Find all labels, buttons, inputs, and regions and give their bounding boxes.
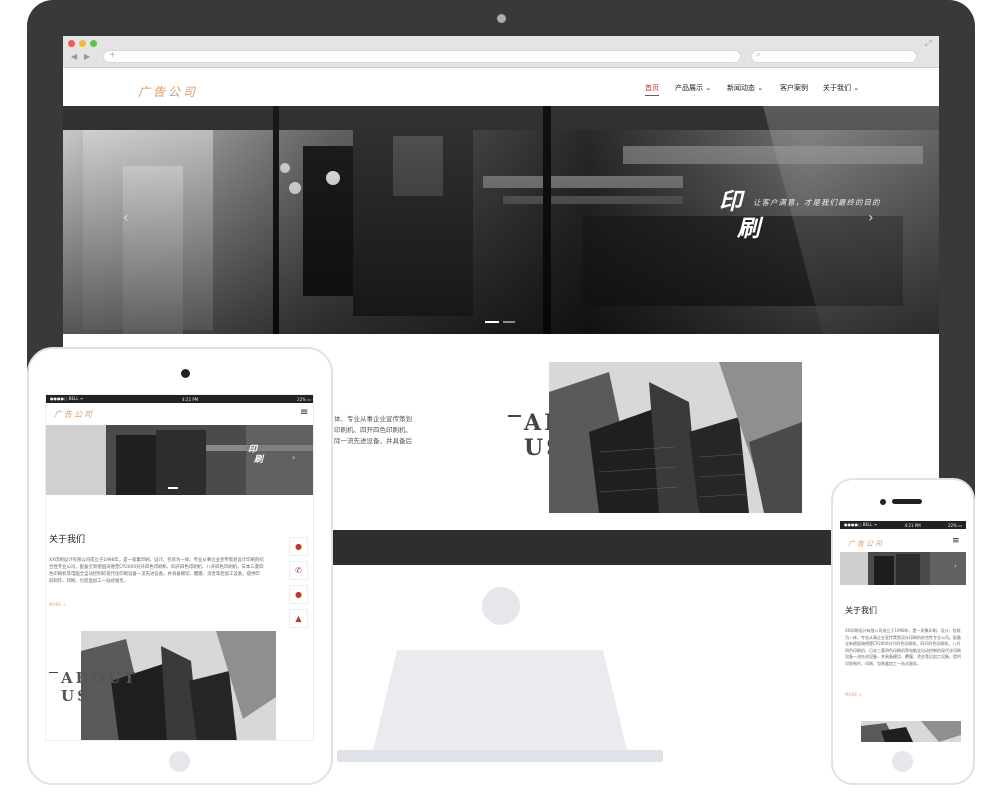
phone-more-link[interactable]: MORE →: [845, 692, 862, 697]
chevron-right-icon[interactable]: ›: [868, 210, 874, 226]
wechat-icon[interactable]: ●: [289, 585, 308, 604]
hamburger-menu-icon[interactable]: ≡: [952, 536, 960, 546]
hamburger-menu-icon[interactable]: ≡: [300, 407, 308, 418]
nav-products[interactable]: 产品展示 ⌄: [675, 83, 711, 93]
factory-photo: [63, 106, 939, 334]
tablet-hero-title: 印 刷: [248, 445, 263, 465]
hero-banner: ‹ › 印 刷 让客户满意，才是我们最终的目的: [63, 106, 939, 334]
battery-text: 22%: [948, 522, 957, 528]
nav-products-label: 产品展示: [675, 84, 703, 92]
about-dash: [508, 415, 521, 417]
browser-search-input[interactable]: [751, 50, 917, 63]
back-to-top-icon[interactable]: ▲: [289, 609, 308, 628]
carrier: ●●●●○ BELL ᯤ: [844, 522, 878, 527]
tablet-about-body: XX印刷设计有限公司成立于1998年，是一家集印刷、设计、包装为一体、专业从事企…: [49, 558, 264, 584]
chat-icon[interactable]: ●: [289, 537, 308, 556]
hero-title-char-2: 刷: [737, 215, 760, 242]
nav-about-label: 关于我们: [823, 84, 851, 92]
phone-camera: [880, 499, 886, 505]
monitor-stand: [337, 650, 663, 762]
desktop-about-text: 体、专业从事企业宣传策划 印刷机、四开四色印刷机、 际一流先进设备，并具备后: [334, 414, 412, 447]
chevron-left-icon[interactable]: ‹: [123, 210, 129, 226]
chevron-right-icon[interactable]: ›: [954, 562, 957, 570]
nav-home[interactable]: 首页: [645, 83, 659, 96]
fullscreen-icon[interactable]: ⤢: [925, 39, 931, 49]
nav-news[interactable]: 新闻动态 ⌄: [727, 83, 763, 93]
chevron-left-icon[interactable]: ‹: [846, 562, 849, 570]
nav-news-label: 新闻动态: [727, 84, 755, 92]
about-dash: [49, 672, 58, 673]
about-line: 体、专业从事企业宣传策划: [334, 415, 412, 423]
tablet-screen: ●●●●○ BELL ᯤ 4:21 PM 22% ▭ 广告公司 ≡ 印 刷 › …: [45, 394, 314, 741]
phone-speaker: [892, 499, 922, 504]
chevron-down-icon: ⌄: [757, 84, 764, 92]
address-bar[interactable]: [103, 50, 741, 63]
carrier: ●●●●○ BELL ᯤ: [50, 396, 84, 401]
phone-home-button[interactable]: [892, 751, 913, 772]
battery-indicator: 22% ▭: [948, 522, 962, 528]
tablet-camera: [181, 369, 190, 378]
monitor-logo: [482, 587, 520, 625]
chevron-down-icon: ⌄: [853, 84, 860, 92]
battery-text: 22%: [297, 396, 306, 402]
about-line: 际一流先进设备，并具备后: [334, 437, 412, 445]
phone-skyscraper-photo: [861, 721, 961, 742]
monitor-camera: [497, 14, 506, 23]
clock: 4:21 PM: [904, 522, 921, 528]
add-tab-icon[interactable]: +: [109, 50, 116, 59]
about-en-2: US: [61, 687, 91, 705]
tablet-home-button[interactable]: [169, 751, 190, 772]
tablet-about-heading: ABOUT US: [61, 669, 138, 705]
nav-about[interactable]: 关于我们 ⌄: [823, 83, 859, 93]
phone-icon[interactable]: ✆: [289, 561, 308, 580]
minimize-dot-icon[interactable]: [79, 40, 86, 47]
phone-hero: › ‹: [840, 552, 966, 585]
nav-cases[interactable]: 客户案例: [780, 83, 808, 93]
phone-about-body: XX印刷设计有限公司成立于1998年，是一家集印刷、设计、包装为一体、专业从事企…: [845, 628, 961, 666]
tablet-more-link[interactable]: MORE →: [49, 602, 66, 607]
slide-indicator-active[interactable]: [168, 487, 178, 489]
about-en-1: ABOUT: [61, 669, 138, 687]
tablet-hero: 印 刷 › ‹: [46, 425, 313, 495]
tablet-hero-char-1: 印: [248, 445, 258, 455]
phone-about-title: 关于我们: [845, 606, 877, 615]
search-icon: ⌕: [756, 50, 761, 59]
slide-indicator-active[interactable]: [485, 321, 499, 323]
chevron-left-icon[interactable]: ‹: [62, 453, 65, 462]
hero-subtitle: 让客户满意，才是我们最终的目的: [753, 198, 881, 207]
tablet-status-bar: ●●●●○ BELL ᯤ 4:21 PM 22% ▭: [46, 395, 313, 403]
slide-indicator[interactable]: [503, 321, 515, 323]
forward-icon[interactable]: ▶: [84, 52, 90, 61]
back-icon[interactable]: ◀: [71, 52, 77, 61]
site-logo[interactable]: 广告公司: [138, 83, 198, 100]
tablet-hero-char-2: 刷: [254, 455, 264, 465]
skyscraper-photo: [549, 362, 802, 513]
phone-logo[interactable]: 广告公司: [848, 539, 884, 549]
site-header: 广告公司 首页 产品展示 ⌄ 新闻动态 ⌄ 客户案例 关于我们 ⌄: [63, 68, 939, 106]
about-line: 印刷机、四开四色印刷机、: [334, 426, 412, 434]
close-dot-icon[interactable]: [68, 40, 75, 47]
chevron-right-icon[interactable]: ›: [292, 453, 295, 462]
phone-screen: ●●●●○ BELL ᯤ 4:21 PM 22% ▭ 广告公司 ≡ › ‹ 关于…: [840, 521, 966, 742]
tablet-about-title: 关于我们: [49, 535, 86, 545]
phone-status-bar: ●●●●○ BELL ᯤ 4:21 PM 22% ▭: [840, 521, 966, 529]
tablet-logo[interactable]: 广告公司: [54, 409, 94, 420]
maximize-dot-icon[interactable]: [90, 40, 97, 47]
chevron-down-icon: ⌄: [705, 84, 712, 92]
clock: 4:21 PM: [182, 396, 199, 402]
battery-indicator: 22% ▭: [297, 396, 311, 402]
